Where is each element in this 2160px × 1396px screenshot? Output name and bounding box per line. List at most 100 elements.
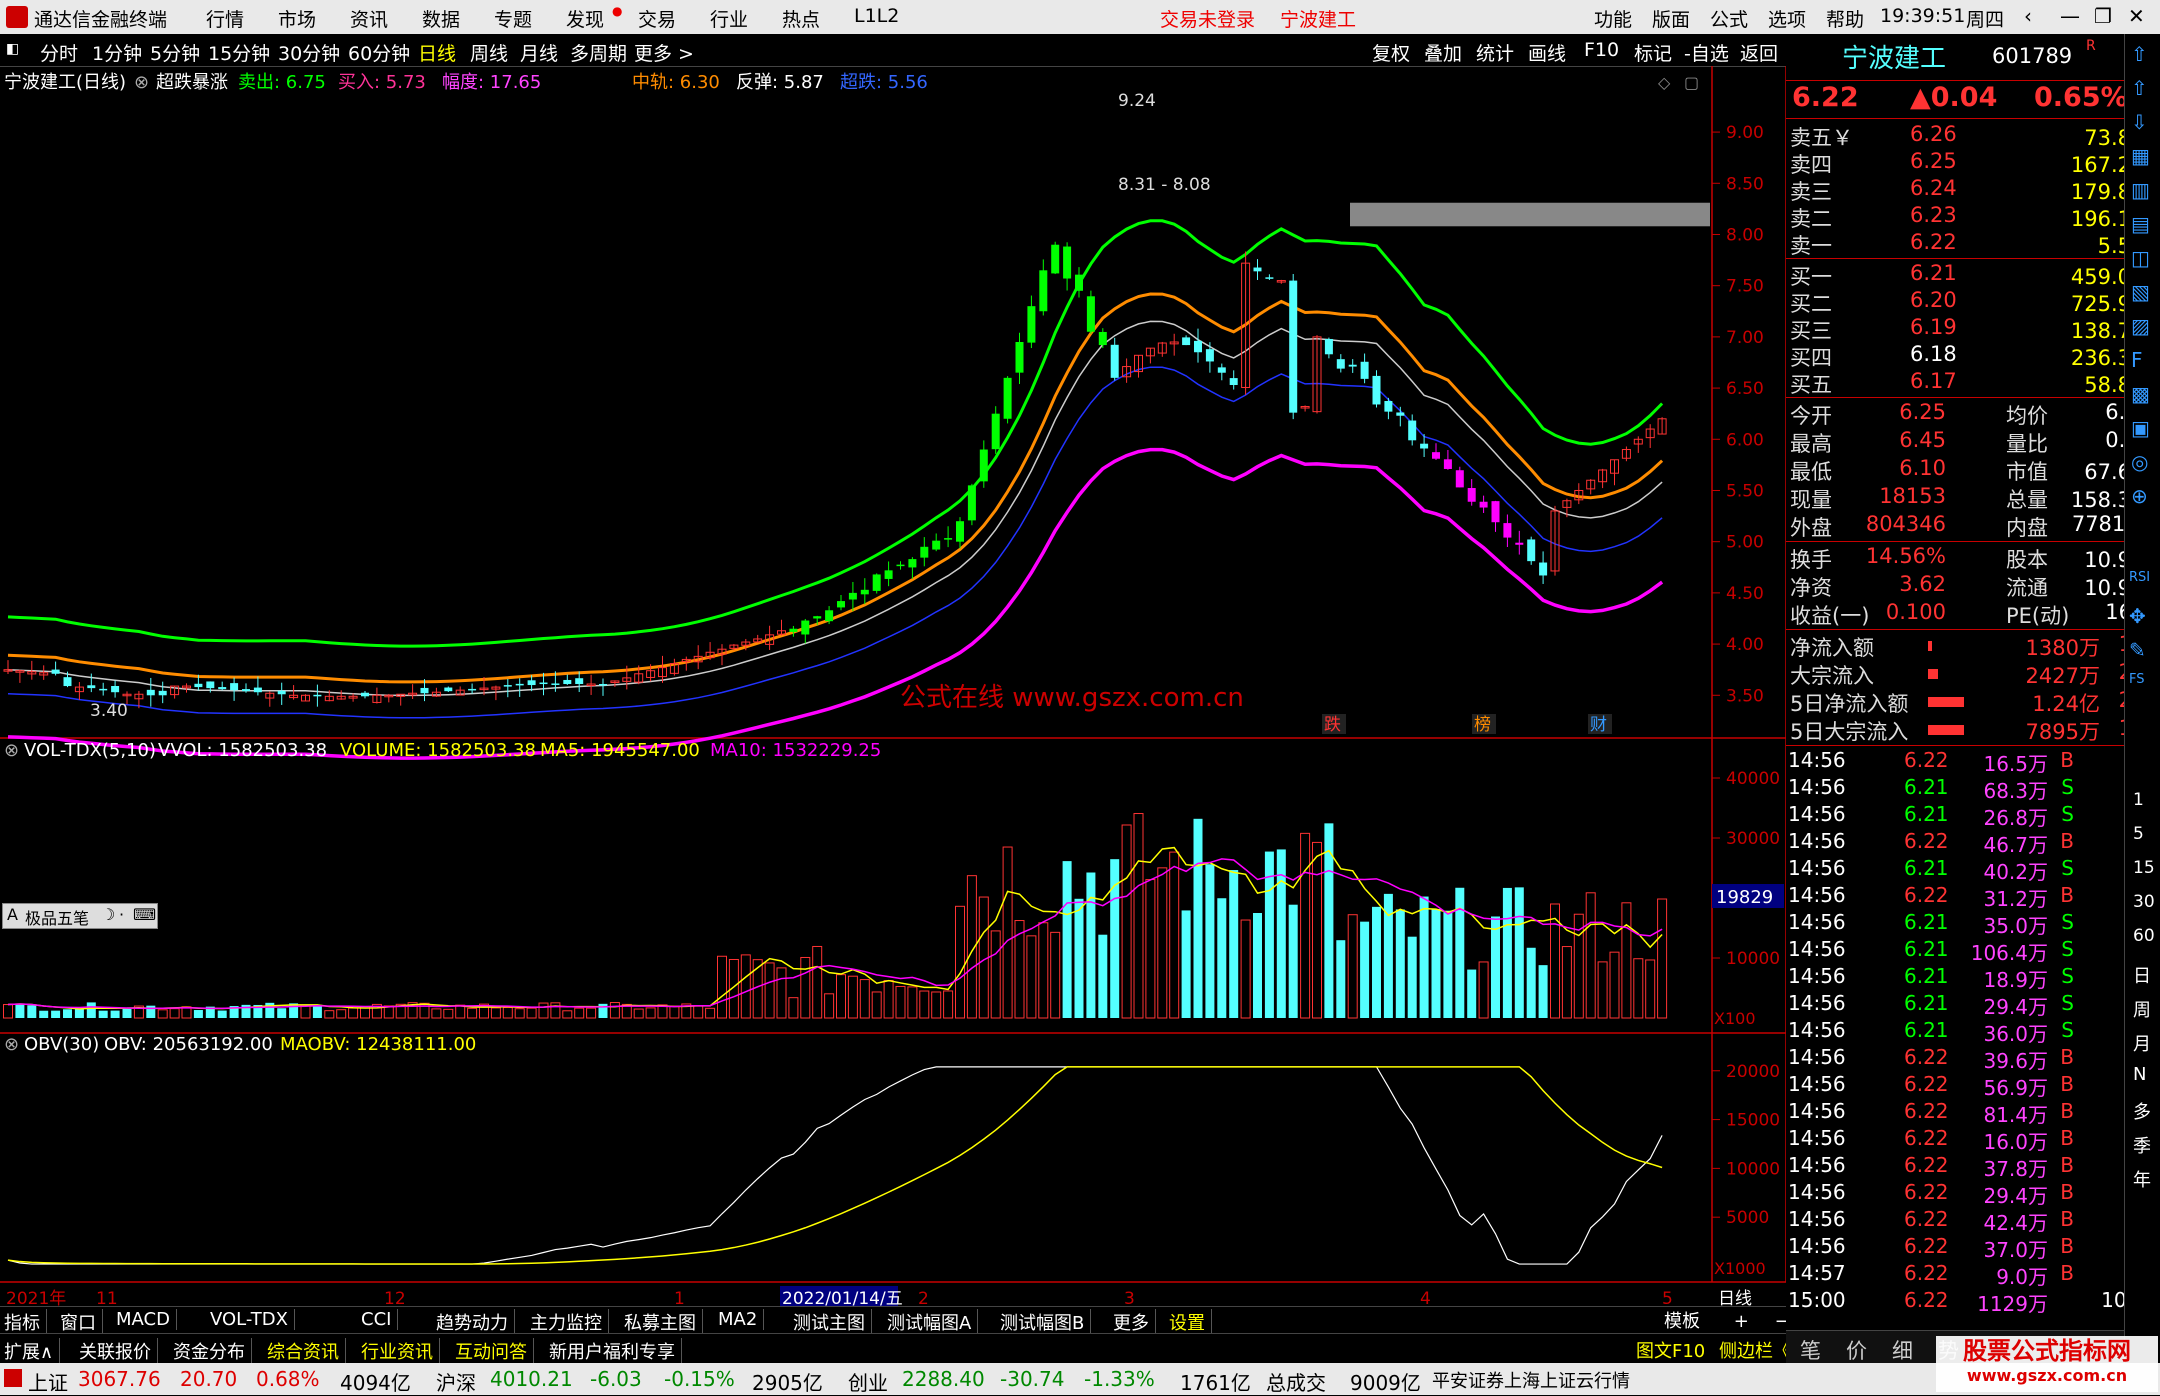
tab-trades[interactable]: 笔 — [1800, 1335, 1821, 1365]
side-tool-icon[interactable]: ▩ — [2131, 382, 2150, 406]
side-period-tab[interactable]: 多 — [2133, 1098, 2151, 1124]
tab-price[interactable]: 价 — [1846, 1335, 1867, 1365]
period-tab[interactable]: 1分钟 — [92, 39, 142, 66]
vol-settings-icon[interactable]: ⊗ — [4, 740, 19, 761]
ask-row[interactable]: 卖三 6.24 179.8万 — [1786, 176, 2160, 204]
indicator-tab[interactable]: 主力监控 — [530, 1309, 609, 1335]
menu-item[interactable]: 市场 — [278, 5, 316, 32]
info-tab[interactable]: 新用户福利专享 — [549, 1338, 682, 1364]
tool-button[interactable]: -自选 — [1684, 39, 1729, 66]
indicator-tab[interactable]: 设置 — [1169, 1309, 1212, 1335]
side-tool-icon[interactable]: ▥ — [2131, 178, 2150, 202]
period-tab[interactable]: 分时 — [40, 39, 78, 66]
tool-menu-item[interactable]: 选项 — [1768, 5, 1806, 32]
bid-row[interactable]: 买四 6.18 236.3万 — [1786, 342, 2160, 370]
ask-row[interactable]: 卖五￥ 6.26 73.8万 — [1786, 122, 2160, 150]
main-settings-icon[interactable]: ⊗ — [134, 72, 149, 93]
menu-item[interactable]: L1L2 — [854, 5, 899, 27]
info-tab[interactable]: 行业资讯 — [361, 1338, 440, 1364]
info-tab[interactable]: 关联报价 — [79, 1338, 158, 1364]
period-tab[interactable]: 周线 — [470, 39, 508, 66]
period-tab[interactable]: 60分钟 — [348, 39, 410, 66]
side-period-tab[interactable]: 日 — [2133, 962, 2151, 988]
menu-item[interactable]: 数据 — [422, 5, 460, 32]
side-period-number[interactable]: 1 — [2133, 790, 2144, 810]
indicator-tab[interactable]: 测试幅图A — [887, 1309, 979, 1335]
side-period-tab[interactable]: 年 — [2133, 1166, 2151, 1192]
side-period-number[interactable]: 30 — [2133, 892, 2155, 912]
side-period-tab[interactable]: 周 — [2133, 996, 2151, 1022]
side-tool-icon[interactable]: ⊕ — [2131, 484, 2148, 508]
bid-row[interactable]: 买一 6.21 459.0万 — [1786, 261, 2160, 289]
tool-menu-item[interactable]: 帮助 — [1826, 5, 1864, 32]
side-tool-icon[interactable]: ◫ — [2131, 246, 2150, 270]
indicator-tab[interactable]: CCI — [361, 1309, 399, 1330]
side-period-number[interactable]: 15 — [2133, 858, 2155, 878]
tool-button[interactable]: 叠加 — [1424, 39, 1462, 66]
info-tab[interactable]: 互动问答 — [455, 1338, 534, 1364]
bid-row[interactable]: 买三 6.19 138.7万 — [1786, 315, 2160, 343]
menu-item[interactable]: 行业 — [710, 5, 748, 32]
side-tool-icon[interactable]: ⇧ — [2131, 76, 2148, 100]
indicator-tab[interactable]: 趋势动力 — [436, 1309, 515, 1335]
maximize-icon[interactable]: ❐ — [2094, 4, 2112, 28]
ask-row[interactable]: 卖二 6.23 196.1万 — [1786, 203, 2160, 231]
menu-item[interactable]: 热点 — [782, 5, 820, 32]
indicator-tab[interactable]: 测试主图 — [793, 1309, 872, 1335]
menu-item[interactable]: 交易 — [638, 5, 676, 32]
indicator-tab[interactable]: 测试幅图B — [1000, 1309, 1092, 1335]
close-icon[interactable]: ✕ — [2128, 4, 2145, 28]
chart-area[interactable]: 宁波建工(日线) ⊗ 超跌暴涨 卖出: 6.75 买入: 5.73 幅度: 17… — [0, 66, 1786, 1362]
sh-name[interactable]: 上证 — [28, 1367, 68, 1396]
period-tab[interactable]: 5分钟 — [150, 39, 200, 66]
obv-settings-icon[interactable]: ⊗ — [4, 1034, 19, 1055]
ask-row[interactable]: 卖一6.225.5万 — [1786, 230, 2160, 258]
sidebar-toggle[interactable]: 侧边栏《 — [1719, 1341, 1791, 1362]
indicator-tab[interactable]: VOL-TDX — [210, 1309, 295, 1330]
tool-button[interactable]: 统计 — [1476, 39, 1514, 66]
tool-button[interactable]: 返回 — [1740, 39, 1778, 66]
template-button[interactable]: 模板 — [1664, 1311, 1700, 1332]
side-tool-icon[interactable]: ⇩ — [2131, 110, 2148, 134]
ask-row[interactable]: 卖四 6.25 167.2万 — [1786, 149, 2160, 177]
period-tab[interactable]: 30分钟 — [278, 39, 340, 66]
ime-palette[interactable]: A 极品五笔 ☽ · ⌨ — [2, 903, 158, 929]
minimize-icon[interactable]: — — [2060, 4, 2080, 28]
side-period-tab[interactable]: 月 — [2133, 1030, 2151, 1056]
add-button[interactable]: + — [1734, 1311, 1749, 1332]
menu-item[interactable]: 发现 — [566, 5, 604, 32]
period-tab[interactable]: 更多 > — [634, 39, 694, 66]
side-tool-icon[interactable]: ✎ — [2129, 638, 2146, 662]
login-status[interactable]: 交易未登录 — [1160, 5, 1255, 32]
info-tab[interactable]: 综合资讯 — [267, 1338, 346, 1364]
hs-name[interactable]: 沪深 — [436, 1367, 476, 1396]
tool-menu-item[interactable]: 功能 — [1594, 5, 1632, 32]
side-tool-icon[interactable]: F — [2131, 348, 2143, 372]
marker-finance[interactable]: 财 — [1590, 715, 1607, 735]
period-tab[interactable]: 多周期 — [570, 39, 627, 66]
period-tab[interactable]: 15分钟 — [208, 39, 270, 66]
tool-menu-item[interactable]: 版面 — [1652, 5, 1690, 32]
marker-drop[interactable]: 跌 — [1324, 715, 1341, 735]
menu-item[interactable]: 行情 — [206, 5, 244, 32]
side-period-tab[interactable]: N — [2133, 1064, 2146, 1085]
side-period-number[interactable]: 5 — [2133, 824, 2144, 844]
side-tool-icon[interactable]: RSI — [2129, 570, 2150, 585]
bid-row[interactable]: 买五 6.17 58.8万 — [1786, 369, 2160, 397]
info-tab[interactable]: 资金分布 — [173, 1338, 252, 1364]
period-tab[interactable]: 月线 — [520, 39, 558, 66]
tool-button[interactable]: 标记 — [1634, 39, 1672, 66]
collapse-icon[interactable]: ◧ — [6, 41, 19, 57]
indicator-tab[interactable]: 更多 — [1113, 1309, 1156, 1335]
menu-item[interactable]: 资讯 — [350, 5, 388, 32]
tool-button[interactable]: 画线 — [1528, 39, 1566, 66]
square-icon[interactable]: ▢ — [1684, 73, 1699, 92]
side-period-number[interactable]: 60 — [2133, 926, 2155, 946]
tool-menu-item[interactable]: 公式 — [1710, 5, 1748, 32]
side-tool-icon[interactable]: ◎ — [2131, 450, 2148, 474]
side-tool-icon[interactable]: ▤ — [2131, 212, 2150, 236]
side-period-tab[interactable]: 季 — [2133, 1132, 2151, 1158]
info-tab[interactable]: 扩展∧ — [4, 1338, 61, 1364]
tab-detail[interactable]: 细 — [1892, 1335, 1913, 1365]
back-icon[interactable]: ‹ — [2024, 4, 2032, 28]
